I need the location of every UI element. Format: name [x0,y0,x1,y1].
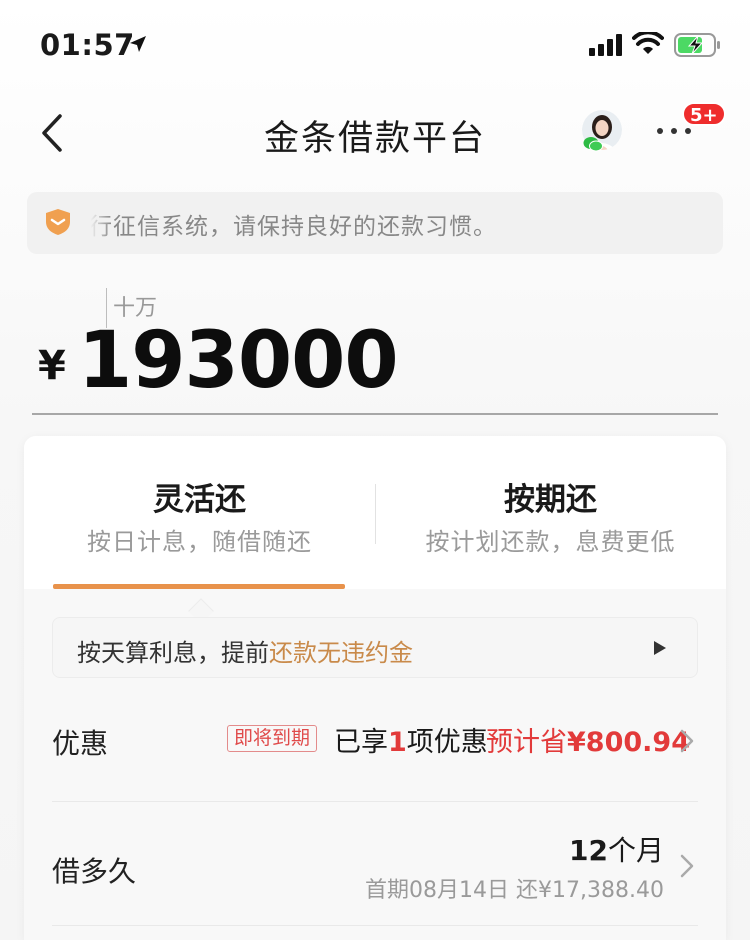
tab-title: 按期还 [504,482,597,518]
repayment-tabs: 灵活还 按日计息，随借随还 按期还 按计划还款，息费更低 [24,436,726,589]
status-time: 01:57 [40,28,135,62]
wechat-icon [583,137,603,152]
tab-flexible-repay[interactable]: 灵活还 按日计息，随借随还 [24,436,375,589]
tab-installment-repay[interactable]: 按期还 按计划还款，息费更低 [375,436,726,589]
hint-prefix: 按天算利息，提前 [77,639,269,667]
enjoyed-count: 1 [388,727,407,758]
discount-row[interactable]: 优惠 即将到期 已享1项优惠 预计省¥800.94 [52,678,698,802]
discount-label: 优惠 [52,727,109,760]
discount-enjoyed: 已享1项优惠 [334,720,488,759]
nav-bar: 金条借款平台 5+ [0,90,750,176]
loan-amount-input[interactable]: 193000 [78,316,399,406]
months-number: 12 [569,834,608,867]
wifi-icon [632,32,664,54]
repayment-card: 灵活还 按日计息，随借随还 按期还 按计划还款，息费更低 按天算利息，提前还款无… [24,436,726,940]
notice-fade [77,192,111,254]
currency-symbol: ¥ [38,343,66,389]
amount-underline [32,413,718,415]
tab-title: 灵活还 [153,482,246,518]
save-amount: ¥800.94 [567,727,690,758]
hint-text: 按天算利息，提前还款无违约金 [77,633,413,668]
battery-charging-icon [674,33,720,57]
shield-icon [46,209,70,235]
months-unit: 个月 [607,834,664,867]
more-icon[interactable] [656,124,692,138]
status-bar: 01:57 [0,0,750,90]
loan-term-row[interactable]: 借多久 12个月 首期08月14日 还¥17,388.40 [52,802,698,926]
notice-text: 行征信系统，请保持良好的还款习惯。 [89,214,497,240]
notification-badge: 5+ [682,102,726,126]
term-label: 借多久 [52,855,137,888]
chevron-right-icon [680,729,694,753]
cellular-signal-icon [589,34,622,56]
term-months: 12个月 [569,829,664,869]
credit-notice-bar: 行征信系统，请保持良好的还款习惯。 [27,192,723,254]
first-payment-info: 首期08月14日 还¥17,388.40 [365,878,664,903]
enjoyed-prefix: 已享 [334,727,388,758]
page-title: 金条借款平台 [263,119,486,159]
hint-accent: 还款无违约金 [269,639,413,667]
save-prefix: 预计省 [486,727,567,758]
interest-hint-box[interactable]: 按天算利息，提前还款无违约金 [52,617,698,678]
location-arrow-icon [130,36,146,52]
enjoyed-suffix: 项优惠 [406,727,488,758]
tab-subtitle: 按日计息，随借随还 [87,528,312,556]
estimated-saving: 预计省¥800.94 [486,720,690,759]
chevron-right-icon [680,854,694,878]
tab-subtitle: 按计划还款，息费更低 [425,528,676,556]
play-icon [654,641,666,655]
expiring-tag: 即将到期 [227,725,318,752]
